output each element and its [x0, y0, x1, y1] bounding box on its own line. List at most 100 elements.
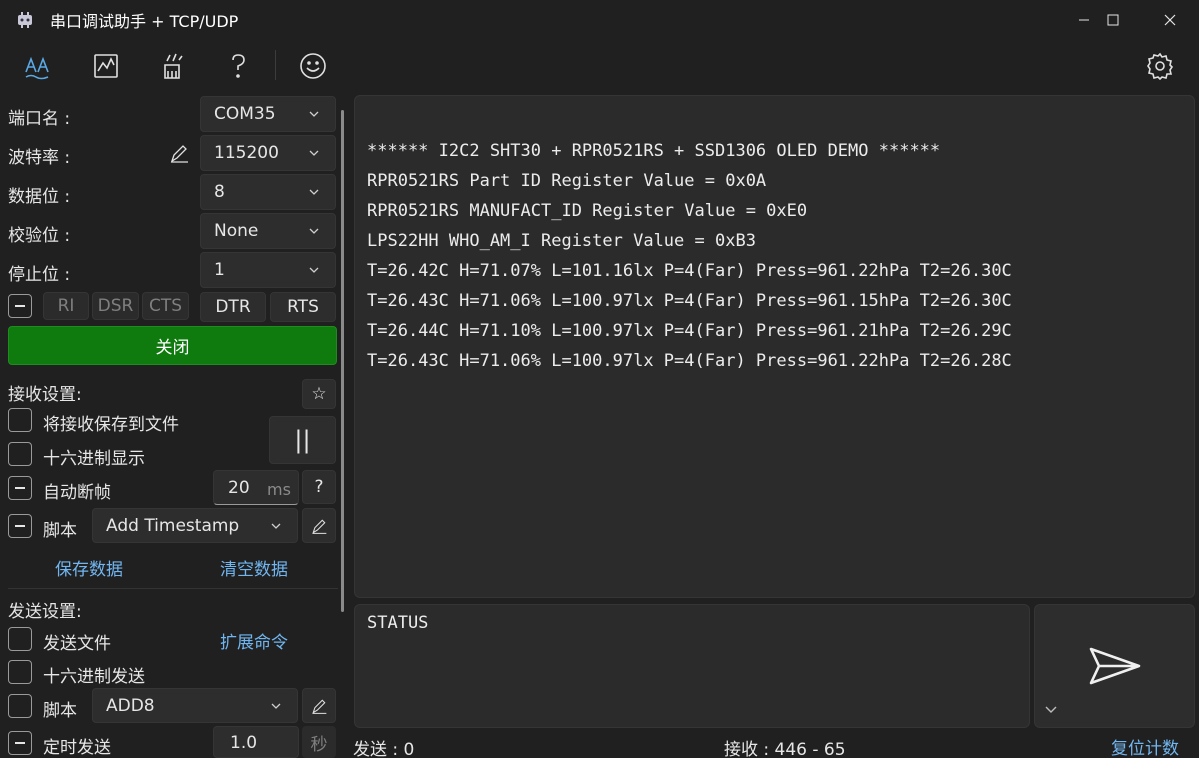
hex-display-label: 十六进制显示 [43, 449, 145, 469]
maximize-button[interactable] [1084, 0, 1142, 40]
stopbits-value: 1 [214, 260, 225, 280]
section-divider [8, 588, 338, 589]
send-button[interactable] [1034, 604, 1195, 728]
settings-button[interactable] [1137, 44, 1183, 88]
clear-data-link[interactable]: 清空数据 [220, 555, 288, 580]
reset-count-link[interactable]: 复位计数 [1111, 734, 1179, 758]
auto-frame-unit: ms [267, 480, 291, 499]
parity-value: None [214, 221, 259, 241]
timed-send-unit: 秒 [302, 726, 336, 758]
timed-send-input[interactable]: 1.0 [213, 726, 299, 758]
timed-send-checkbox[interactable] [8, 731, 32, 755]
edit-baud-button[interactable] [168, 142, 190, 164]
indeterminate-mark [15, 305, 25, 307]
edit-receive-script-button[interactable] [302, 508, 336, 543]
chevron-down-icon [309, 150, 319, 156]
hex-send-label: 十六进制发送 [43, 667, 145, 687]
chevron-down-icon [271, 703, 281, 709]
stopbits-label: 停止位 : [8, 265, 71, 285]
indeterminate-mark [15, 525, 25, 527]
serial-text-button[interactable] [15, 44, 61, 88]
receive-lines: ****** I2C2 SHT30 + RPR0521RS + SSD1306 … [367, 136, 1012, 376]
baud-label: 波特率 : [8, 148, 71, 168]
pause-button[interactable]: || [269, 416, 336, 464]
baud-select[interactable]: 115200 [200, 135, 336, 171]
parity-label: 校验位 : [8, 226, 71, 246]
receive-line: T=26.43C H=71.06% L=100.97lx P=4(Far) Pr… [367, 291, 1012, 311]
pen-icon [312, 519, 327, 534]
dsr-indicator: DSR [92, 292, 139, 320]
send-text: STATUS [367, 613, 429, 633]
send-settings-title: 发送设置: [8, 602, 82, 622]
chart-button[interactable] [83, 44, 129, 88]
auto-frame-label: 自动断帧 [43, 483, 111, 503]
save-to-file-checkbox[interactable] [8, 408, 32, 432]
port-select[interactable]: COM35 [200, 96, 336, 132]
receive-line: T=26.43C H=71.06% L=100.97lx P=4(Far) Pr… [367, 351, 1012, 371]
timed-send-value: 1.0 [230, 733, 258, 753]
clean-button[interactable] [149, 44, 195, 88]
auto-frame-help-button[interactable]: ? [302, 470, 336, 504]
send-script-value: ADD8 [106, 695, 155, 716]
receive-script-label: 脚本 [43, 521, 77, 541]
receive-script-select[interactable]: Add Timestamp [92, 508, 298, 543]
close-icon [1164, 14, 1176, 26]
receive-settings-title: 接收设置: [8, 385, 82, 405]
left-panel-scrollbar[interactable] [341, 110, 344, 612]
auto-frame-input[interactable]: 20 ms [213, 470, 299, 505]
close-port-button[interactable]: 关闭 [8, 326, 337, 365]
receive-line: ****** I2C2 SHT30 + RPR0521RS + SSD1306 … [367, 141, 941, 161]
ri-indicator: RI [43, 292, 89, 320]
signals-checkbox[interactable] [8, 294, 32, 318]
pause-icon: || [294, 426, 311, 454]
parity-select[interactable]: None [200, 213, 336, 249]
databits-label: 数据位 : [8, 187, 71, 207]
dtr-button[interactable]: DTR [200, 292, 266, 322]
about-button[interactable] [290, 44, 336, 88]
close-window-button[interactable] [1141, 0, 1199, 40]
port-label: 端口名 : [8, 109, 71, 129]
auto-frame-checkbox[interactable] [8, 476, 32, 500]
stopbits-select[interactable]: 1 [200, 252, 336, 288]
receive-line: T=26.44C H=71.10% L=100.97lx P=4(Far) Pr… [367, 321, 1012, 341]
receive-line: RPR0521RS Part ID Register Value = 0x0A [367, 171, 767, 191]
pen-icon [170, 145, 188, 163]
indeterminate-mark [15, 487, 25, 489]
chevron-down-icon [309, 267, 319, 273]
databits-select[interactable]: 8 [200, 174, 336, 210]
chevron-down-icon [271, 523, 281, 529]
send-file-checkbox[interactable] [8, 627, 32, 651]
send-script-checkbox[interactable] [8, 694, 32, 718]
app-icon [14, 9, 36, 31]
indeterminate-mark [15, 742, 25, 744]
receive-script-checkbox[interactable] [8, 514, 32, 538]
toolbar-divider [275, 50, 276, 80]
chevron-down-icon[interactable] [1044, 705, 1058, 715]
favorite-button[interactable]: ☆ [302, 379, 336, 409]
ext-commands-link[interactable]: 扩展命令 [220, 628, 288, 653]
send-script-select[interactable]: ADD8 [92, 688, 298, 723]
receive-line: RPR0521RS MANUFACT_ID Register Value = 0… [367, 201, 808, 221]
rts-button[interactable]: RTS [270, 292, 336, 322]
help-button[interactable] [215, 44, 261, 88]
receive-script-value: Add Timestamp [106, 515, 240, 536]
baud-value: 115200 [214, 143, 279, 163]
hex-send-checkbox[interactable] [8, 660, 32, 684]
chevron-down-icon [309, 228, 319, 234]
help-icon: ? [314, 477, 324, 497]
received-count: 接收 : 446 - 65 [724, 740, 846, 758]
maximize-icon [1107, 14, 1119, 26]
send-text-area[interactable]: STATUS [354, 604, 1030, 728]
receive-text-area[interactable]: ****** I2C2 SHT30 + RPR0521RS + SSD1306 … [354, 95, 1195, 598]
timed-send-label: 定时发送 [43, 738, 111, 758]
send-script-label: 脚本 [43, 701, 77, 721]
settings-icon [1147, 52, 1174, 81]
window-title: 串口调试助手 + TCP/UDP [50, 12, 239, 31]
chart-icon [94, 54, 118, 78]
save-data-link[interactable]: 保存数据 [55, 555, 123, 580]
edit-send-script-button[interactable] [302, 688, 336, 723]
star-icon: ☆ [311, 384, 327, 404]
clean-icon [164, 53, 183, 79]
hex-display-checkbox[interactable] [8, 442, 32, 466]
sent-count: 发送 : 0 [353, 740, 415, 758]
